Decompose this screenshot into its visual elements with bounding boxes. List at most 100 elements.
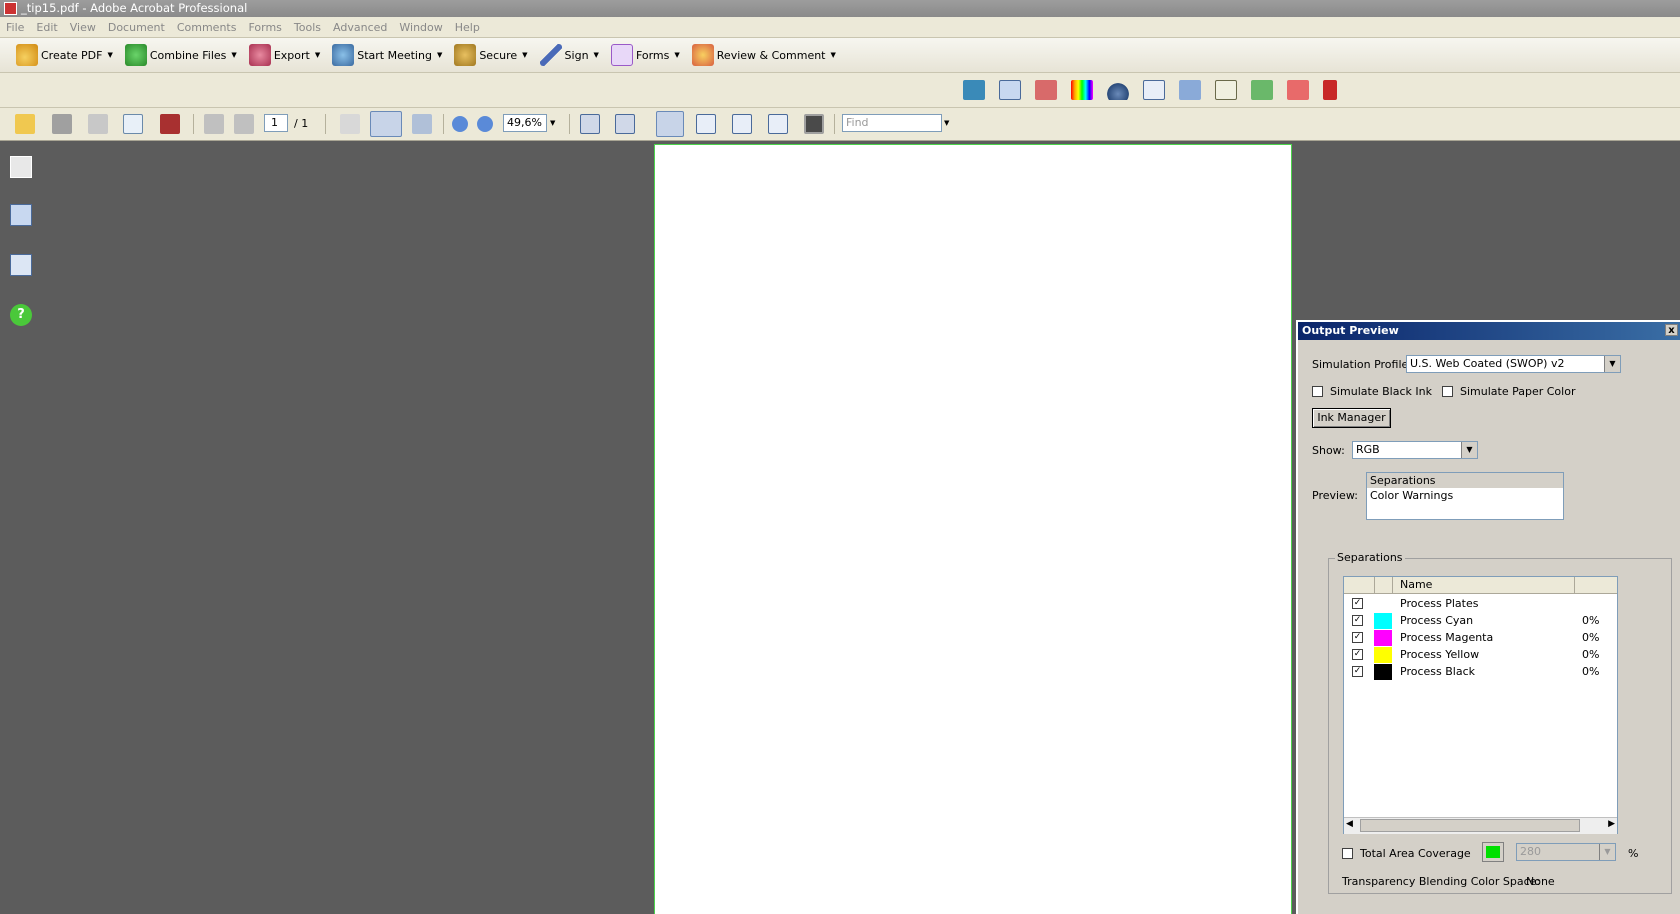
coverage-color-fill — [1486, 846, 1500, 858]
review-comment-icon — [691, 44, 714, 66]
previous-page-icon[interactable] — [204, 114, 224, 134]
title-bar: _tip15.pdf - Adobe Acrobat Professional — [0, 0, 1680, 17]
zoom-dropdown-arrow-icon[interactable]: ▼ — [550, 119, 555, 127]
hand-tool-icon[interactable] — [370, 111, 402, 137]
scroll-right-icon[interactable]: ▶ — [1608, 819, 1615, 829]
save-icon[interactable] — [88, 114, 108, 134]
separation-row[interactable]: ✓ Process Yellow 0% — [1344, 646, 1617, 663]
zoom-out-icon[interactable] — [452, 116, 468, 132]
zoom-level-input[interactable]: 49,6% — [503, 114, 547, 132]
crop-pages-icon[interactable] — [1179, 80, 1201, 100]
separation-row[interactable]: ✓ Process Cyan 0% — [1344, 612, 1617, 629]
horizontal-scrollbar[interactable]: ◀ ▶ — [1344, 817, 1617, 834]
separation-row[interactable]: ✓ Process Magenta 0% — [1344, 629, 1617, 646]
fix-hairlines-icon[interactable] — [1215, 80, 1237, 100]
single-page-continuous-icon[interactable] — [696, 114, 716, 134]
show-select[interactable]: RGB ▼ — [1352, 441, 1478, 459]
zoom-in-icon[interactable] — [477, 116, 493, 132]
help-icon[interactable]: ? — [10, 304, 32, 326]
separation-checkbox[interactable]: ✓ — [1352, 649, 1363, 660]
jdf-job-definitions-icon[interactable] — [1251, 80, 1273, 100]
scrollbar-thumb[interactable] — [1360, 819, 1580, 832]
preview-listbox[interactable]: Separations Color Warnings — [1366, 472, 1564, 520]
flattener-preview-icon[interactable] — [1323, 80, 1337, 100]
pages-icon[interactable] — [10, 156, 32, 178]
coverage-percent-select[interactable]: 280 ▼ — [1516, 843, 1616, 861]
open-folder-icon[interactable] — [15, 114, 35, 134]
separation-name: Process Black — [1400, 665, 1475, 678]
ink-manager-button[interactable]: Ink Manager — [1312, 408, 1391, 428]
separation-checkbox[interactable]: ✓ — [1352, 598, 1363, 609]
preview-option-color-warnings[interactable]: Color Warnings — [1367, 488, 1563, 503]
menu-tools[interactable]: Tools — [288, 21, 327, 34]
navigation-toolbar: 1 / 1 49,6% ▼ Find ▼ — [0, 108, 1680, 141]
separation-checkbox[interactable]: ✓ — [1352, 632, 1363, 643]
combine-files-button[interactable]: Combine Files ▼ — [119, 41, 243, 69]
find-dropdown-arrow-icon[interactable]: ▼ — [944, 119, 949, 127]
zoom-tool-icon[interactable] — [412, 114, 432, 134]
actual-size-icon[interactable] — [580, 114, 600, 134]
menu-help[interactable]: Help — [449, 21, 486, 34]
preview-option-separations[interactable]: Separations — [1367, 473, 1563, 488]
output-preview-icon[interactable] — [999, 80, 1021, 100]
simulate-paper-color-checkbox[interactable] — [1442, 386, 1453, 397]
separation-checkbox[interactable]: ✓ — [1352, 615, 1363, 626]
menu-edit[interactable]: Edit — [30, 21, 63, 34]
separation-name: Process Plates — [1400, 597, 1479, 610]
two-up-icon[interactable] — [732, 114, 752, 134]
find-input[interactable]: Find — [842, 114, 942, 132]
preflight-icon[interactable] — [1035, 80, 1057, 100]
window-title: _tip15.pdf - Adobe Acrobat Professional — [21, 1, 248, 15]
simulate-black-ink-checkbox[interactable] — [1312, 386, 1323, 397]
yellow-swatch — [1374, 647, 1392, 663]
export-button[interactable]: Export ▼ — [243, 41, 326, 69]
single-page-icon[interactable] — [656, 111, 684, 137]
toolbar-separator — [193, 114, 194, 134]
bookmarks-icon[interactable] — [10, 204, 32, 226]
menu-file[interactable]: File — [0, 21, 30, 34]
signatures-icon[interactable] — [10, 254, 32, 276]
start-meeting-button[interactable]: Start Meeting ▼ — [326, 41, 448, 69]
separations-group-title: Separations — [1335, 551, 1405, 564]
secure-button[interactable]: Secure ▼ — [448, 41, 533, 69]
camera-icon[interactable] — [160, 114, 180, 134]
toolbar-separator — [569, 114, 570, 134]
total-area-coverage-checkbox[interactable] — [1342, 848, 1353, 859]
name-column-header[interactable]: Name — [1400, 577, 1432, 593]
menu-document[interactable]: Document — [102, 21, 171, 34]
add-printer-marks-icon[interactable] — [1143, 80, 1165, 100]
full-screen-icon[interactable] — [804, 114, 824, 134]
menu-view[interactable]: View — [64, 21, 102, 34]
close-icon[interactable]: x — [1665, 324, 1678, 336]
scroll-left-icon[interactable]: ◀ — [1346, 819, 1353, 829]
separation-row[interactable]: ✓ Process Black 0% — [1344, 663, 1617, 680]
forms-button[interactable]: Forms ▼ — [605, 41, 686, 69]
separations-table-header: Name — [1344, 577, 1617, 594]
separation-checkbox[interactable]: ✓ — [1352, 666, 1363, 677]
fit-page-icon[interactable] — [615, 114, 635, 134]
coverage-color-swatch[interactable] — [1482, 842, 1504, 862]
show-label: Show: — [1312, 444, 1345, 457]
convert-colors-icon[interactable] — [1071, 80, 1093, 100]
menu-comments[interactable]: Comments — [171, 21, 243, 34]
select-text-icon[interactable] — [340, 114, 360, 134]
separation-coverage: 0% — [1582, 665, 1600, 678]
sign-button[interactable]: Sign ▼ — [534, 41, 605, 69]
ink-manager-icon[interactable] — [1107, 80, 1129, 100]
review-comment-button[interactable]: Review & Comment ▼ — [686, 41, 842, 69]
two-up-continuous-icon[interactable] — [768, 114, 788, 134]
page-number-input[interactable]: 1 — [264, 114, 288, 132]
create-pdf-button[interactable]: Create PDF ▼ — [10, 41, 119, 69]
print-icon[interactable] — [52, 114, 72, 134]
lock-icon — [454, 44, 477, 66]
separations-table: Name ✓ Process Plates ✓ Process Cyan 0% … — [1343, 576, 1618, 834]
pdf-optimizer-icon[interactable] — [1287, 80, 1309, 100]
trap-presets-icon[interactable] — [963, 80, 985, 100]
email-icon[interactable] — [123, 114, 143, 134]
next-page-icon[interactable] — [234, 114, 254, 134]
menu-window[interactable]: Window — [393, 21, 448, 34]
menu-advanced[interactable]: Advanced — [327, 21, 393, 34]
simulation-profile-select[interactable]: U.S. Web Coated (SWOP) v2 ▼ — [1406, 355, 1621, 373]
menu-forms[interactable]: Forms — [242, 21, 287, 34]
separation-row[interactable]: ✓ Process Plates — [1344, 595, 1617, 612]
